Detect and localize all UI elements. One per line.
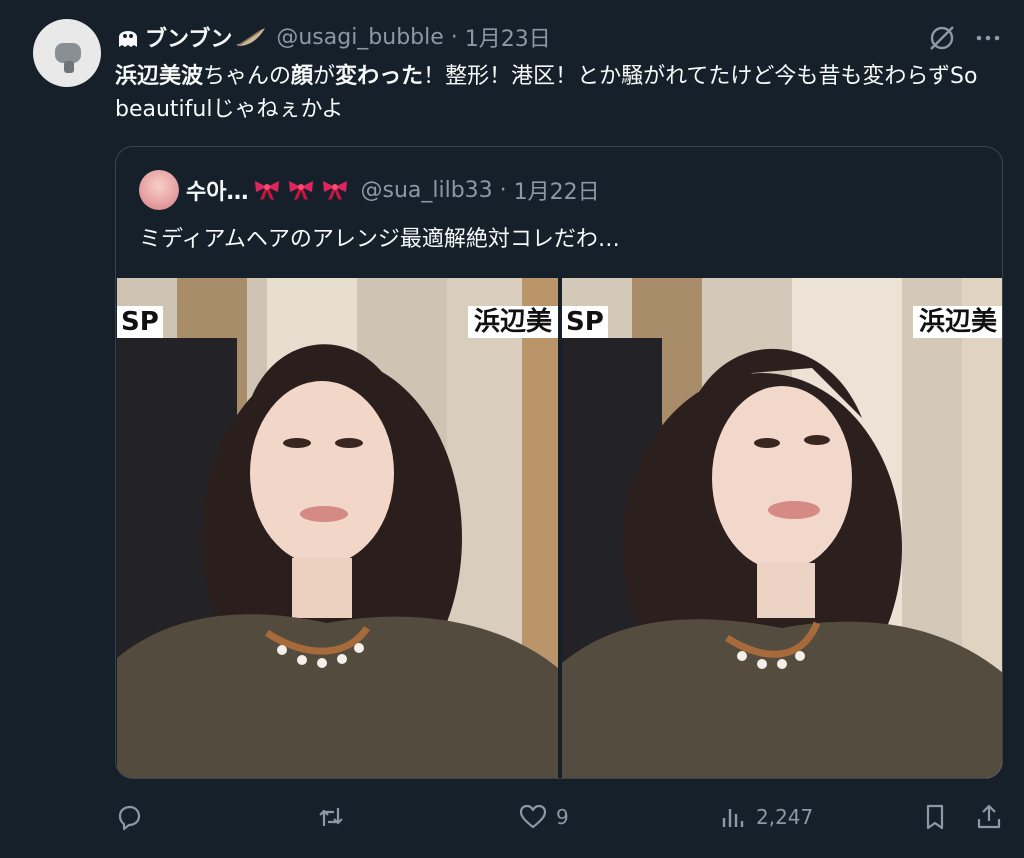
views-button[interactable]: 2,247	[718, 795, 813, 839]
ribbon-emoji-icon	[289, 181, 314, 200]
quoted-date[interactable]: 1月22日	[514, 174, 600, 206]
caption-badge: 浜辺美	[467, 306, 558, 338]
quoted-image-left[interactable]: SP 浜辺美	[117, 278, 558, 778]
tweet-text-segment: が	[313, 64, 336, 89]
reply-icon	[118, 805, 141, 831]
ribbon-emoji-icon	[255, 181, 280, 200]
quoted-display-name[interactable]: 수아…	[186, 174, 248, 206]
photo-illustration	[562, 278, 1002, 778]
reply-button[interactable]	[114, 795, 144, 839]
tweet-text-bold: 顔	[291, 64, 314, 89]
quoted-handle[interactable]: @sua_lilb33	[360, 178, 492, 203]
quoted-header: 수아… @sua_lilb33 · 1月22日	[186, 172, 600, 208]
ribbon-emoji-icon	[323, 181, 348, 200]
tweet-text-bold: 浜辺美波	[115, 64, 204, 89]
show-logo-badge: SP	[117, 306, 163, 338]
bookmark-icon	[926, 804, 944, 830]
avatar-shape	[55, 43, 81, 63]
photo-illustration	[117, 278, 558, 778]
tweet-date[interactable]: 1月23日	[465, 21, 551, 53]
caption-badge: 浜辺美	[912, 306, 1002, 338]
heart-icon	[519, 804, 547, 829]
share-icon	[977, 804, 1001, 829]
avatar[interactable]	[33, 19, 101, 87]
tweet-text-segment: ちゃんの	[203, 64, 292, 89]
tweet-text-bold: 変わった	[335, 64, 424, 89]
separator-dot: ·	[443, 24, 465, 50]
quoted-avatar[interactable]	[139, 170, 179, 210]
views-icon	[722, 809, 744, 827]
quoted-text: ミディアムヘアのアレンジ最適解絶対コレだわ…	[139, 227, 620, 252]
quoted-tweet[interactable]: 수아… @sua_lilb33 · 1月22日 ミディアムヘアのアレンジ最適解絶…	[115, 146, 1003, 779]
display-name[interactable]: ブンブン	[145, 21, 232, 53]
ghost-emoji-icon	[119, 31, 137, 47]
retweet-icon	[319, 808, 343, 826]
views-count: 2,247	[756, 805, 814, 829]
action-bar: 9 2,247	[0, 795, 1024, 839]
like-count: 9	[556, 805, 569, 829]
avatar-shape-base	[64, 61, 74, 73]
bookmark-button[interactable]	[920, 795, 950, 839]
more-icon[interactable]	[972, 24, 1004, 52]
show-logo-badge: SP	[562, 306, 608, 338]
user-handle[interactable]: @usagi_bubble	[276, 25, 443, 50]
quoted-image-right[interactable]: SP 浜辺美	[562, 278, 1002, 778]
grok-icon[interactable]	[926, 22, 958, 54]
tweet-header: ブンブン @usagi_bubble · 1月23日	[115, 20, 551, 54]
separator-dot: ·	[492, 177, 514, 203]
tweet-text: 浜辺美波ちゃんの顔が変わった！整形！港区！とか騒がれてたけど今も昔も変わらずSo…	[115, 60, 1005, 126]
retweet-button[interactable]	[316, 795, 346, 839]
like-button[interactable]: 9	[518, 795, 569, 839]
share-button[interactable]	[974, 795, 1004, 839]
feather-emoji-icon	[236, 28, 266, 47]
